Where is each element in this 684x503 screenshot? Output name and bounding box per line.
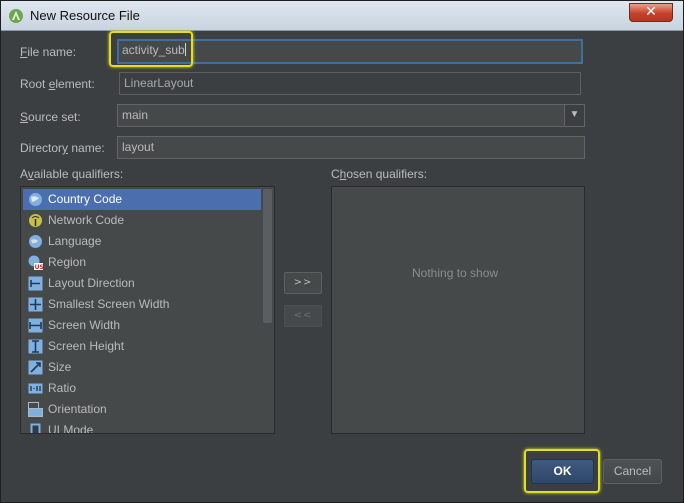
list-item-screen-width[interactable]: Screen Width [23, 315, 261, 336]
country-code-icon [29, 193, 42, 206]
list-scrollbar[interactable] [263, 189, 272, 323]
chosen-qualifiers-label: Chosen qualifiers: [331, 167, 428, 181]
android-studio-icon [9, 9, 23, 23]
root-element-input[interactable]: LinearLayout [119, 72, 581, 95]
network-code-icon [29, 214, 42, 227]
source-set-label: Source set: [20, 110, 81, 124]
file-name-label: File name: [20, 45, 77, 59]
smallest-screen-width-icon [28, 297, 43, 312]
ratio-icon [28, 383, 43, 394]
remove-qualifier-button[interactable]: << [284, 305, 322, 327]
chosen-qualifiers-list[interactable]: Nothing to show [331, 186, 585, 434]
list-item-country-code[interactable]: Country Code [23, 189, 261, 210]
new-resource-file-dialog: New Resource File ✕ File name: activity_… [0, 0, 684, 503]
add-qualifier-button[interactable]: >> [284, 272, 322, 294]
available-qualifiers-label: Available qualifiers: [20, 167, 124, 181]
size-icon [28, 360, 43, 375]
list-item-smallest-screen-width[interactable]: Smallest Screen Width [23, 294, 261, 315]
file-name-highlight [109, 31, 193, 67]
ui-mode-icon [30, 423, 41, 433]
close-button[interactable]: ✕ [629, 3, 673, 22]
list-item-network-code[interactable]: Network Code [23, 210, 261, 231]
title-bar: New Resource File ✕ [1, 1, 683, 31]
svg-text:US: US [35, 264, 43, 270]
layout-direction-icon [28, 276, 43, 291]
region-icon: US [28, 255, 43, 270]
list-item-size[interactable]: Size [23, 357, 261, 378]
directory-name-input[interactable]: layout [117, 136, 585, 159]
chevron-down-icon[interactable]: ▼ [564, 105, 584, 126]
cancel-button[interactable]: Cancel [603, 459, 662, 484]
list-item-orientation[interactable]: Orientation [23, 399, 261, 420]
root-element-value: LinearLayout [124, 76, 194, 90]
list-item-layout-direction[interactable]: Layout Direction [23, 273, 261, 294]
directory-name-value: layout [122, 140, 155, 154]
source-set-select[interactable]: main ▼ [117, 104, 585, 127]
directory-name-label: Directory name: [20, 141, 105, 155]
ok-button-highlight [524, 449, 600, 493]
screen-height-icon [28, 339, 43, 354]
list-item-ratio[interactable]: Ratio [23, 378, 261, 399]
available-qualifiers-list[interactable]: Country Code Network Code Language US Re… [20, 186, 275, 434]
window-title: New Resource File [30, 8, 140, 23]
source-set-value: main [122, 108, 149, 122]
list-item-region[interactable]: US Region [23, 252, 261, 273]
root-element-label: Root element: [20, 77, 95, 91]
empty-state-text: Nothing to show [412, 266, 499, 280]
list-item-ui-mode[interactable]: UI Mode [23, 420, 261, 433]
list-item-language[interactable]: Language [23, 231, 261, 252]
list-item-screen-height[interactable]: Screen Height [23, 336, 261, 357]
screen-width-icon [28, 318, 43, 333]
language-icon [29, 235, 42, 248]
orientation-icon [28, 402, 43, 417]
